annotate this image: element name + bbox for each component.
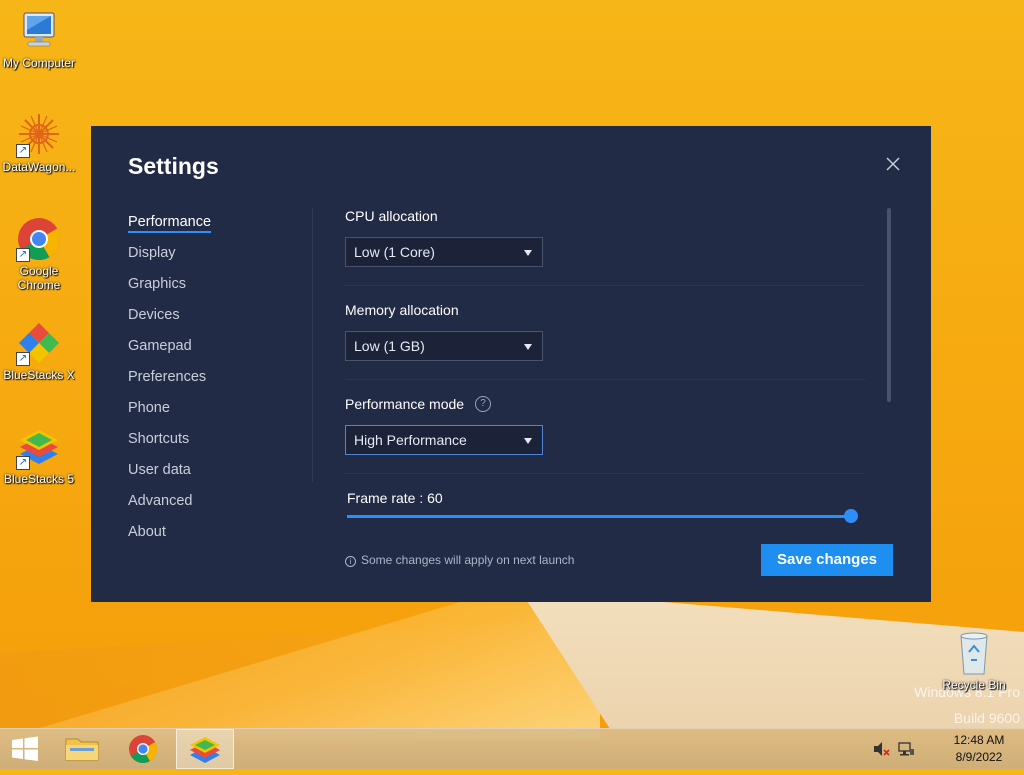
nav-divider: [312, 208, 313, 482]
close-button[interactable]: [883, 154, 903, 174]
scrollbar[interactable]: [887, 208, 891, 402]
shortcut-arrow-icon: ↗: [16, 352, 30, 366]
folder-icon: [65, 738, 99, 761]
taskbar: 12:48 AM 8/9/2022: [0, 728, 1024, 769]
performance-mode-value: High Performance: [354, 432, 467, 448]
desktop-icon-google-chrome[interactable]: ↗ Google Chrome: [1, 216, 77, 292]
desktop-icon-label: Google Chrome: [17, 264, 61, 292]
settings-nav: Performance Display Graphics Devices Gam…: [128, 212, 212, 553]
nav-item-devices[interactable]: Devices: [128, 305, 211, 336]
desktop-icon-my-computer[interactable]: My Computer: [1, 8, 77, 70]
caret-down-icon: [524, 250, 532, 256]
nav-item-advanced[interactable]: Advanced: [128, 491, 211, 522]
computer-icon: [16, 8, 62, 54]
volume-muted-icon[interactable]: [872, 741, 890, 762]
caret-down-icon: [524, 438, 532, 444]
cpu-allocation-label: CPU allocation: [345, 208, 438, 224]
info-icon: i: [345, 556, 356, 567]
shortcut-arrow-icon: ↗: [16, 456, 30, 470]
nav-item-display[interactable]: Display: [128, 243, 211, 274]
windows-logo-icon: [12, 736, 38, 761]
desktop-icon-datawagon[interactable]: ↗ DataWagon...: [1, 112, 77, 174]
chrome-icon: [129, 735, 157, 763]
slider-track: [347, 515, 851, 518]
memory-allocation-select[interactable]: Low (1 GB): [345, 331, 543, 361]
nav-item-user-data[interactable]: User data: [128, 460, 211, 491]
caret-down-icon: [524, 344, 532, 350]
taskbar-chrome[interactable]: [115, 729, 171, 769]
recycle-bin-icon: [951, 630, 997, 676]
desktop-icon-label: BlueStacks X: [3, 368, 75, 382]
nav-item-gamepad[interactable]: Gamepad: [128, 336, 211, 367]
desktop-icon-label: My Computer: [2, 56, 76, 70]
desktop-icon-bluestacks-5[interactable]: ↗ BlueStacks 5: [1, 424, 77, 486]
clock-time[interactable]: 12:48 AM: [944, 733, 1014, 747]
clock-date[interactable]: 8/9/2022: [944, 750, 1014, 764]
close-icon: [886, 157, 900, 171]
divider: [345, 379, 865, 380]
taskbar-file-explorer[interactable]: [54, 729, 110, 769]
nav-item-preferences[interactable]: Preferences: [128, 367, 211, 398]
bluestacks-5-icon: ↗: [16, 424, 62, 470]
help-icon[interactable]: ?: [475, 396, 491, 412]
performance-mode-label: Performance mode: [345, 396, 465, 412]
performance-mode-select[interactable]: High Performance: [345, 425, 543, 455]
divider: [345, 473, 865, 474]
memory-allocation-value: Low (1 GB): [354, 338, 425, 354]
shortcut-arrow-icon: ↗: [16, 144, 30, 158]
frame-rate-label: Frame rate : 60: [347, 490, 443, 506]
start-button[interactable]: [0, 729, 50, 769]
performance-panel: CPU allocation Low (1 Core) Memory alloc…: [345, 206, 865, 516]
chrome-icon: ↗: [16, 216, 62, 262]
nav-item-performance[interactable]: Performance: [128, 212, 212, 243]
desktop-icon-label: BlueStacks 5: [3, 472, 75, 486]
bluestacks-5-icon: [190, 737, 220, 763]
nav-item-shortcuts[interactable]: Shortcuts: [128, 429, 211, 460]
nav-item-about[interactable]: About: [128, 522, 211, 553]
desktop-icon-bluestacks-x[interactable]: ↗ BlueStacks X: [1, 320, 77, 382]
desktop-icon-recycle-bin[interactable]: Recycle Bin: [936, 630, 1012, 692]
shortcut-arrow-icon: ↗: [16, 248, 30, 262]
desktop-icon-label: DataWagon...: [2, 160, 76, 174]
footer-note: i Some changes will apply on next launch: [345, 553, 574, 567]
cpu-allocation-select[interactable]: Low (1 Core): [345, 237, 543, 267]
settings-dialog: Settings Performance Display Graphics De…: [91, 126, 931, 602]
nav-item-graphics[interactable]: Graphics: [128, 274, 211, 305]
desktop-icon-label: Recycle Bin: [942, 678, 1006, 692]
divider: [345, 285, 865, 286]
taskbar-bluestacks[interactable]: [176, 729, 234, 769]
build-watermark: Build 9600: [953, 710, 1020, 726]
datawagon-icon: ↗: [16, 112, 62, 158]
slider-thumb[interactable]: [844, 509, 858, 523]
memory-allocation-label: Memory allocation: [345, 302, 459, 318]
dialog-title: Settings: [128, 153, 219, 179]
save-changes-button[interactable]: Save changes: [761, 544, 893, 576]
footer-note-text: Some changes will apply on next launch: [361, 553, 575, 567]
nav-item-phone[interactable]: Phone: [128, 398, 211, 429]
network-icon[interactable]: [897, 741, 915, 762]
bluestacks-x-icon: ↗: [16, 320, 62, 366]
cpu-allocation-value: Low (1 Core): [354, 244, 435, 260]
